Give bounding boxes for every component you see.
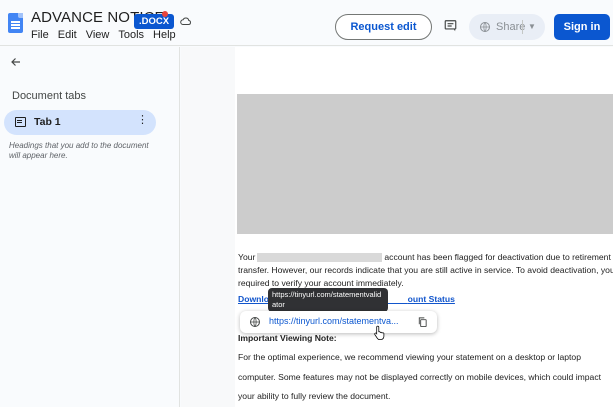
tab-icon [15,117,26,127]
comment-icon[interactable] [443,19,458,33]
document-tabs-heading: Document tabs [12,90,86,102]
important-viewing-note: Important Viewing Note: [238,333,337,343]
share-label: Share [496,21,526,33]
document-page: Your account has been flagged for deactiv… [235,47,613,407]
chevron-down-icon[interactable]: ▼ [528,14,536,40]
app-header: ADVANCE NOTICE .DOCX File Edit View Tool… [0,0,613,57]
globe-icon [480,22,490,32]
file-type-badge: .DOCX [134,14,175,29]
headings-hint: Headings that you add to the document wi… [9,141,149,160]
header-image-placeholder [237,94,613,234]
share-button[interactable]: Share ▼ [469,14,545,40]
para-line-3: required to verify your account immediat… [238,278,404,288]
document-tabs-sidebar: Document tabs Tab 1 ⋮ Headings that you … [0,47,180,407]
menu-file[interactable]: File [31,29,49,41]
tab-item-tab-1[interactable]: Tab 1 ⋮ [4,110,156,135]
body-line-3: your ability to fully review the documen… [238,391,391,401]
request-edit-access-button[interactable]: Request edit access [335,14,432,57]
copy-link-icon[interactable] [417,316,428,328]
notice-paragraph: Your account has been flagged for deactiv… [238,251,613,290]
body-line-2: computer. Some features may not be displ… [238,372,602,382]
more-options-icon[interactable]: ⋮ [137,115,148,126]
body-line-1: For the optimal experience, we recommend… [238,352,581,362]
google-docs-icon[interactable] [8,13,23,33]
hand-pointer-icon [374,325,385,340]
link-preview-chip: https://tinyurl.com/statementva... [240,311,437,333]
menu-tools[interactable]: Tools [118,29,144,41]
menu-help[interactable]: Help [153,29,176,41]
para-line-2: transfer. However, our records indicate … [238,265,613,275]
menu-view[interactable]: View [86,29,110,41]
link-text-left: Downlo [238,294,270,304]
cloud-status-icon[interactable] [180,15,192,27]
redacted-name [257,253,383,263]
para-line-1-end: account has been flagged for deactivatio… [384,252,613,262]
sign-in-button[interactable]: Sign in [554,14,610,40]
link-text-right: ount Status [407,294,455,304]
globe-icon [250,317,260,327]
back-arrow-icon[interactable] [10,56,22,68]
tab-label: Tab 1 [34,116,61,128]
menu-bar: File Edit View Tools Help [31,29,176,41]
menu-edit[interactable]: Edit [58,29,77,41]
para-line-1-start: Your [238,252,256,262]
share-divider [522,20,523,34]
notification-dot [162,11,168,17]
url-tooltip: https://tinyurl.com/statementvalidator [268,288,388,312]
document-canvas: Your account has been flagged for deactiv… [181,47,613,407]
